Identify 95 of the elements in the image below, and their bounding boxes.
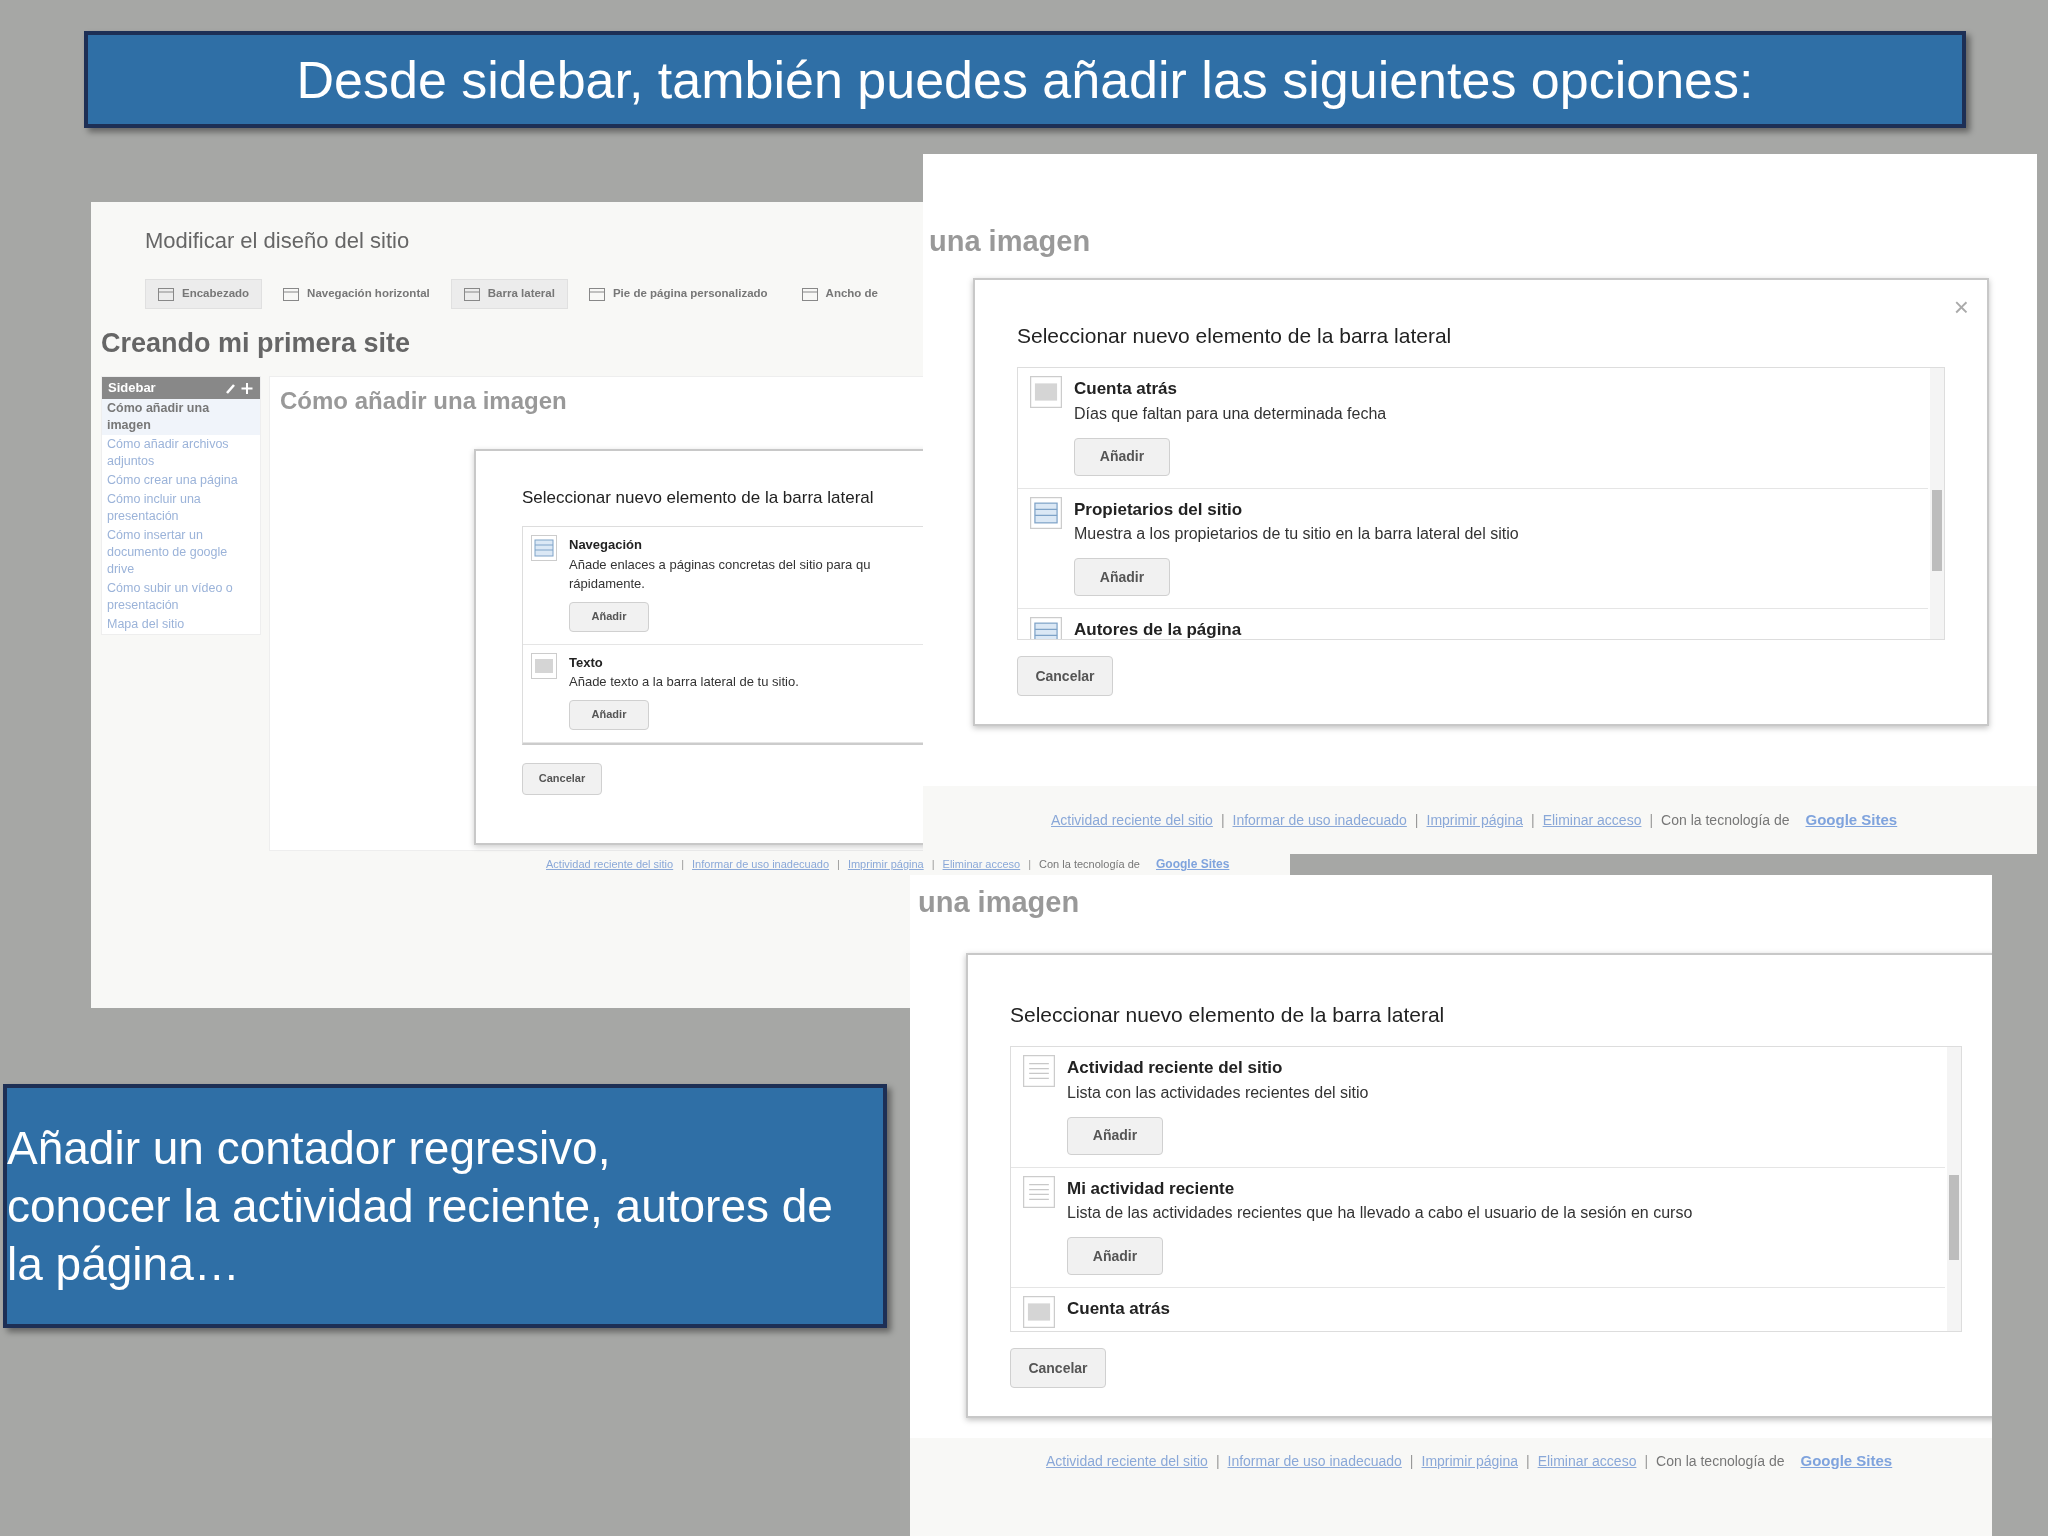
footer-link[interactable]: Imprimir página [1421,1450,1518,1472]
scrollbar-thumb[interactable] [1932,489,1942,572]
item-title: Actividad reciente del sitio [1067,1057,1284,1079]
layout-tab[interactable]: Pie de página personalizado [575,279,781,309]
layout-tab[interactable]: Navegación horizontal [270,279,443,309]
layout-icon [463,287,480,301]
item-title: Cuenta atrás [1067,1298,1170,1320]
separator: | [1414,810,1419,830]
separator: | [837,856,840,872]
dialog-title: Seleccionar nuevo elemento de la barra lateral [1017,322,1453,349]
brand-link[interactable]: Google Sites [1805,808,1898,832]
footer-link[interactable]: Eliminar acceso [1537,1450,1637,1472]
scrollbar-thumb[interactable] [1949,1174,1959,1260]
sidebar-item[interactable]: Cómo subir un vídeo o presentación [102,578,260,615]
footer-link[interactable]: Actividad reciente del sitio [1046,1450,1208,1472]
separator: | [1526,1451,1530,1471]
add-button[interactable]: Añadir [1074,437,1170,476]
brand-link[interactable]: Google Sites [1800,1450,1893,1473]
document-lines-icon [1023,1175,1055,1208]
text-block-icon [1030,376,1062,408]
item-description: Añade texto a la barra lateral de tu sitio. [569,673,799,691]
separator: | [1531,810,1535,830]
sidebar-item[interactable]: Cómo insertar un documento de google drive [102,525,260,579]
page-title: Cómo añadir una imagen [280,385,568,416]
item-description: Muestra a los propietarios de tu sitio en la barra lateral del sitio [1074,524,1519,544]
page-title: una imagen [918,885,1081,920]
add-button[interactable]: Añadir [569,601,649,632]
add-button[interactable]: Añadir [1067,1116,1163,1155]
separator: | [1649,810,1654,830]
item-description: Lista con las actividades recientes del sitio [1067,1082,1369,1103]
powered-by-text: Con la tecnología de [1661,810,1790,830]
layout-icon [801,287,818,301]
separator: | [1220,810,1225,830]
layout-icon [588,287,605,301]
layout-tab[interactable]: Barra lateral [450,279,568,309]
item-title: Autores de la página [1074,619,1242,639]
document-lines-icon [1023,1055,1055,1087]
footer-link[interactable]: Actividad reciente del sitio [1051,809,1213,831]
separator: | [1409,1451,1414,1471]
footer-link[interactable]: Imprimir página [847,855,924,873]
powered-by-text: Con la tecnología de [1656,1451,1785,1471]
powered-by-text: Con la tecnología de [1039,856,1140,872]
add-button[interactable]: Añadir [569,699,649,730]
list-icon [531,535,557,561]
separator: | [1028,856,1032,872]
separator: | [931,856,935,872]
text-block-icon [531,652,557,679]
item-title: Mi actividad reciente [1067,1177,1236,1200]
sidebar-title: Sidebar [108,378,156,397]
footer-link[interactable]: Imprimir página [1426,809,1523,831]
text-block-icon [1023,1296,1055,1328]
cancel-button[interactable]: Cancelar [1017,656,1113,696]
note-text: la página… [7,1237,241,1292]
note-text: Añadir un contador regresivo, [7,1121,612,1176]
dialog-title: Seleccionar nuevo elemento de la barra lateral [1010,1001,1446,1028]
layout-header: Modificar el diseño del sitio [145,227,411,255]
footer-link[interactable]: Informar de uso inadecuado [1232,809,1407,831]
separator: | [1644,1451,1649,1471]
footer-link[interactable]: Eliminar acceso [942,855,1021,873]
layout-icon [283,287,300,301]
edit-add-icon[interactable] [224,380,254,395]
layout-tab[interactable]: Encabezado [145,279,263,309]
add-button[interactable]: Añadir [1067,1237,1163,1275]
item-description: Lista de las actividades recientes que ha llevado a cabo el usuario de la sesión en curso [1067,1203,1693,1223]
item-description: Días que faltan para una determinada fecha [1074,403,1387,424]
footer-link[interactable]: Informar de uso inadecuado [692,855,830,873]
item-description: rápidamente. [569,575,646,593]
close-button[interactable]: × [1953,293,1969,320]
footer-link[interactable]: Actividad reciente del sitio [546,855,674,873]
page-title: una imagen [929,224,1092,259]
brand-link[interactable]: Google Sites [1156,855,1230,873]
layout-icon [158,287,174,301]
footer-link[interactable]: Informar de uso inadecuado [1227,1450,1402,1472]
item-title: Texto [569,653,604,672]
cancel-button[interactable]: Cancelar [1010,1348,1106,1388]
dialog-title: Seleccionar nuevo elemento de la barra lateral [522,486,875,509]
note-text: conocer la actividad reciente, autores de [7,1179,834,1234]
item-title: Cuenta atrás [1074,378,1178,400]
sidebar-item[interactable]: Cómo añadir archivos adjuntos [102,434,260,471]
separator: | [681,856,685,872]
sidebar-item[interactable]: Cómo añadir una imagen [102,398,260,435]
sidebar-item[interactable]: Mapa del sitio [102,614,260,634]
item-title: Propietarios del sitio [1074,498,1244,521]
separator: | [1215,1451,1220,1471]
add-button[interactable]: Añadir [1074,558,1170,596]
item-description: Añade enlaces a páginas concretas del sitio para qu [569,555,871,574]
item-title: Navegación [569,536,643,554]
footer-link[interactable]: Eliminar acceso [1542,809,1642,831]
list-icon [1030,496,1062,529]
cancel-button[interactable]: Cancelar [522,762,602,795]
layout-tab[interactable]: Ancho de [788,279,891,309]
sidebar-item[interactable]: Cómo incluir una presentación [102,489,260,526]
sidebar-item[interactable]: Cómo crear una página [102,470,260,490]
slide-title: Desde sidebar, también puedes añadir las siguientes opciones: [84,31,1966,128]
site-title: Creando mi primera site [101,327,412,360]
